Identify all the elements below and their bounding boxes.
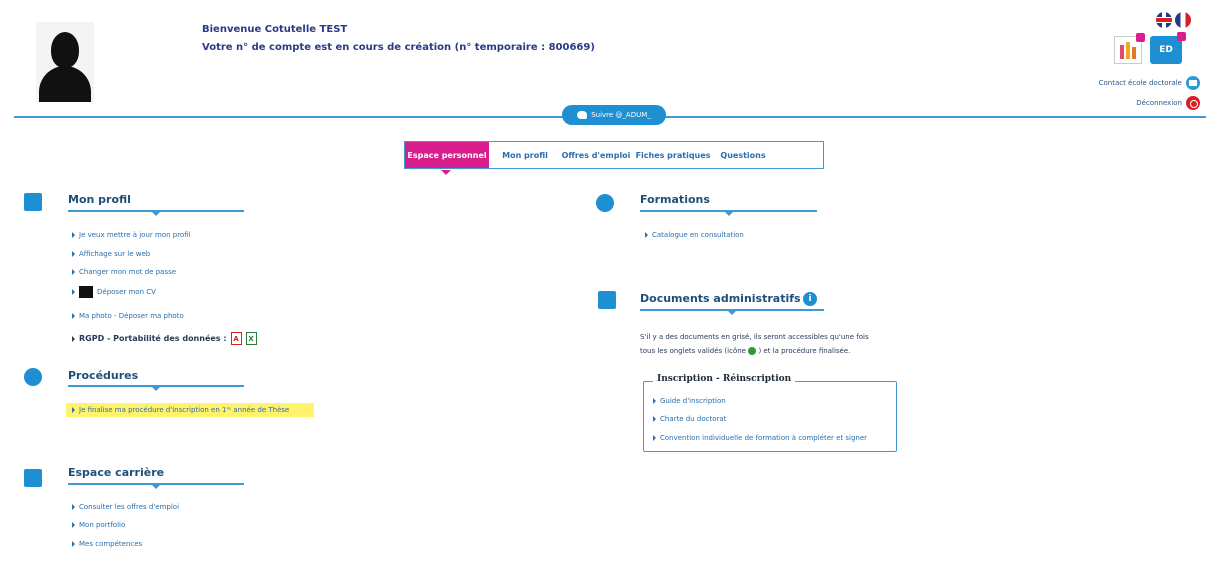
english-flag-icon[interactable] (1156, 12, 1172, 28)
formations-link-catalogue[interactable]: Catalogue en consultation (645, 231, 744, 239)
profil-link-password[interactable]: Changer mon mot de passe (72, 268, 176, 276)
carriere-section-title: Espace carrière (68, 466, 165, 479)
rgpd-label: RGPD - Portabilité des données : (79, 334, 227, 343)
procedure-link-finalise[interactable]: Je finalise ma procédure d'inscription e… (72, 406, 289, 414)
documents-notice-line1: S'il y a des documents en grisé, ils ser… (640, 333, 869, 341)
doc-link-convention[interactable]: Convention individuelle de formation à c… (653, 434, 867, 442)
gear-icon (24, 368, 42, 386)
tab-offres-emploi[interactable]: Offres d'emploi (561, 142, 631, 168)
power-icon (1186, 96, 1200, 110)
info-icon[interactable]: i (803, 292, 817, 306)
logout-label: Déconnexion (1136, 99, 1182, 107)
avatar[interactable] (36, 22, 94, 102)
account-status-text: Votre n° de compte est en cours de créat… (202, 42, 595, 53)
check-icon (748, 347, 757, 355)
app-shortcuts: ED (1114, 32, 1186, 64)
twitter-follow-label: Suivre @_ADUM_ (591, 111, 651, 119)
french-flag-icon[interactable] (1175, 12, 1191, 28)
active-tab-caret (441, 170, 451, 175)
profil-link-update[interactable]: Je veux mettre à jour mon profil (72, 231, 191, 239)
profil-link-web[interactable]: Affichage sur le web (72, 250, 150, 258)
contact-ed-link[interactable]: Contact école doctorale (1099, 76, 1200, 90)
excel-export-icon[interactable]: X (245, 332, 257, 345)
header: Bienvenue Cotutelle TEST Votre n° de com… (0, 0, 1214, 118)
carriere-link-offres[interactable]: Consulter les offres d'emploi (72, 503, 179, 511)
carriere-link-competences[interactable]: Mes compétences (72, 540, 142, 548)
tab-espace-personnel[interactable]: Espace personnel (405, 142, 489, 168)
procedures-section-rule (68, 385, 244, 391)
language-switcher (1156, 12, 1191, 28)
mail-icon (1186, 76, 1200, 90)
main-tabs: Espace personnel Mon profil Offres d'emp… (404, 141, 824, 169)
profil-link-cv[interactable]: Déposer mon CV (72, 286, 156, 298)
doc-link-charte[interactable]: Charte du doctorat (653, 415, 726, 423)
documents-section-rule (640, 309, 824, 315)
cv-upload-icon (79, 286, 93, 298)
doc-link-guide[interactable]: Guide d'inscription (653, 397, 726, 405)
inscription-legend: Inscription - Réinscription (653, 374, 796, 384)
profil-section-title: Mon profil (68, 193, 131, 206)
contact-ed-label: Contact école doctorale (1098, 79, 1182, 87)
rgpd-export: RGPD - Portabilité des données : A X (72, 332, 257, 345)
welcome-text: Bienvenue Cotutelle TEST (202, 24, 348, 35)
amue-app-icon[interactable] (1114, 33, 1145, 64)
twitter-follow-button[interactable]: Suivre @_ADUM_ (562, 105, 666, 125)
documents-section-title: Documents administratifs (640, 292, 801, 305)
tab-fiches-pratiques[interactable]: Fiches pratiques (631, 142, 715, 168)
formations-section-rule (640, 210, 817, 216)
procedures-section-title: Procédures (68, 369, 139, 382)
documents-notice-line2: tous les onglets validés (icône ) et la … (640, 347, 851, 355)
tab-mon-profil[interactable]: Mon profil (489, 142, 561, 168)
tab-questions[interactable]: Questions (715, 142, 771, 168)
twitter-bird-icon (577, 111, 588, 119)
ed-website-icon[interactable]: ED (1150, 32, 1186, 64)
profil-section-rule (68, 210, 244, 216)
briefcase-icon (24, 469, 42, 487)
chat-icon (596, 194, 614, 212)
carriere-link-portfolio[interactable]: Mon portfolio (72, 521, 125, 529)
carriere-section-rule (68, 483, 244, 489)
edit-icon (24, 193, 42, 211)
logout-link[interactable]: Déconnexion (1136, 96, 1200, 110)
formations-section-title: Formations (640, 193, 710, 206)
ed-icon-label: ED (1159, 45, 1173, 55)
pdf-export-icon[interactable]: A (230, 332, 242, 345)
clipboard-icon (598, 291, 616, 309)
profil-link-photo[interactable]: Ma photo - Déposer ma photo (72, 312, 184, 320)
documents-notice: S'il y a des documents en grisé, ils ser… (640, 330, 900, 358)
